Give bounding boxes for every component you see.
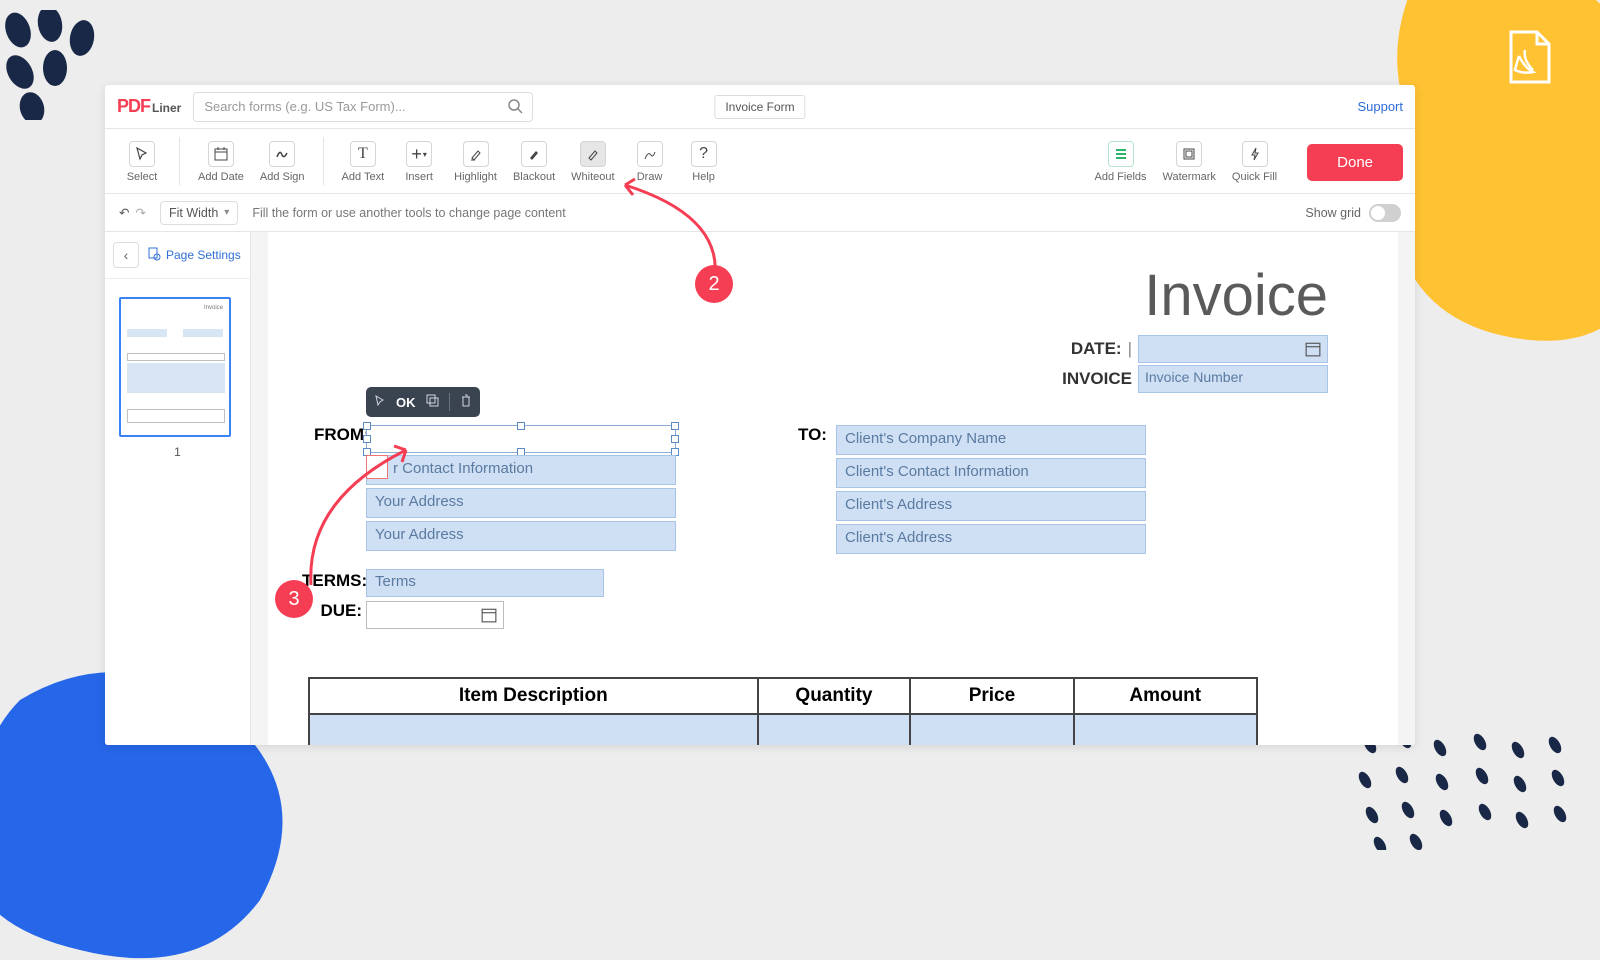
add-sign-button[interactable]: Add Sign: [254, 137, 311, 187]
col-item-description: Item Description: [309, 678, 758, 714]
col-price: Price: [910, 678, 1073, 714]
toolbar: Select Add Date Add Sign TAdd Text +▾Ins…: [105, 129, 1415, 194]
app-window: PDF Liner Invoice Form Support Select Ad…: [105, 85, 1415, 745]
brush-light-icon: [580, 141, 606, 167]
invoice-number-field[interactable]: Invoice Number: [1138, 365, 1328, 393]
subbar: ↶ ↷ Fit Width ▾ Fill the form or use ano…: [105, 194, 1415, 232]
search-input[interactable]: [193, 92, 533, 122]
search-icon[interactable]: [508, 99, 523, 119]
done-button[interactable]: Done: [1307, 144, 1403, 181]
highlight-button[interactable]: Highlight: [448, 137, 503, 187]
logo-liner: Liner: [152, 101, 181, 115]
blackout-button[interactable]: Blackout: [507, 137, 561, 187]
document-page: Invoice DATE: | INVOICE Invoice Number F…: [268, 232, 1398, 745]
logo[interactable]: PDF Liner: [117, 96, 181, 117]
to-field-contact[interactable]: Client's Contact Information: [836, 458, 1146, 488]
topbar: PDF Liner Invoice Form Support: [105, 85, 1415, 129]
highlighter-icon: [463, 141, 489, 167]
hint-text: Fill the form or use another tools to ch…: [252, 206, 565, 220]
date-label: DATE:: [1071, 339, 1122, 359]
fields-icon: [1108, 141, 1134, 167]
gear-icon: [147, 247, 161, 264]
items-table: Item Description Quantity Price Amount: [308, 677, 1258, 745]
signature-icon: [269, 141, 295, 167]
sidebar: ‹ Page Settings Invoice 1: [105, 232, 251, 745]
date-field[interactable]: [1138, 335, 1328, 363]
trash-icon[interactable]: [460, 394, 472, 410]
pdf-corner-icon: [1505, 30, 1555, 85]
to-label: TO:: [798, 425, 827, 445]
plus-icon: +▾: [406, 141, 432, 167]
calendar-icon: [481, 607, 497, 628]
table-cell[interactable]: [758, 714, 911, 745]
calendar-icon: [208, 141, 234, 167]
invoice-title: Invoice: [308, 262, 1328, 329]
search-box: [193, 92, 533, 122]
selection-toolbar: OK: [366, 387, 480, 417]
document-name[interactable]: Invoice Form: [714, 95, 805, 119]
brush-dark-icon: [521, 141, 547, 167]
decoration-dots: [1350, 730, 1570, 850]
add-fields-button[interactable]: Add Fields: [1089, 137, 1153, 187]
show-grid-toggle[interactable]: [1369, 204, 1401, 222]
add-date-button[interactable]: Add Date: [192, 137, 250, 187]
zoom-select[interactable]: Fit Width ▾: [160, 201, 238, 225]
callout-3: 3: [275, 580, 313, 618]
col-quantity: Quantity: [758, 678, 911, 714]
ok-button[interactable]: OK: [396, 395, 416, 410]
to-field-address1[interactable]: Client's Address: [836, 491, 1146, 521]
to-field-company[interactable]: Client's Company Name: [836, 425, 1146, 455]
watermark-button[interactable]: Watermark: [1157, 137, 1222, 187]
lightning-icon: [1242, 141, 1268, 167]
redo-button[interactable]: ↷: [135, 205, 145, 220]
col-amount: Amount: [1074, 678, 1258, 714]
thumbnail-page-number: 1: [119, 445, 236, 459]
text-icon: T: [350, 141, 376, 167]
page-settings-button[interactable]: Page Settings: [147, 247, 241, 264]
insert-button[interactable]: +▾Insert: [394, 137, 444, 187]
watermark-icon: [1176, 141, 1202, 167]
table-cell[interactable]: [309, 714, 758, 745]
quick-fill-button[interactable]: Quick Fill: [1226, 137, 1283, 187]
select-button[interactable]: Select: [117, 137, 167, 187]
page-thumbnail[interactable]: Invoice: [119, 297, 231, 437]
pen-icon: [637, 141, 663, 167]
callout-2: 2: [695, 265, 733, 303]
table-cell[interactable]: [910, 714, 1073, 745]
workspace: ‹ Page Settings Invoice 1: [105, 232, 1415, 745]
add-text-button[interactable]: TAdd Text: [336, 137, 391, 187]
arrow-3: [306, 440, 426, 590]
chevron-down-icon: ▾: [224, 207, 229, 218]
undo-button[interactable]: ↶: [119, 205, 129, 220]
to-field-address2[interactable]: Client's Address: [836, 524, 1146, 554]
due-field[interactable]: [366, 601, 504, 629]
copy-icon[interactable]: [426, 394, 439, 410]
cursor-icon: [129, 141, 155, 167]
support-link[interactable]: Support: [1357, 99, 1403, 114]
logo-pdf: PDF: [117, 96, 150, 117]
help-icon: ?: [691, 141, 717, 167]
invoice-number-label: INVOICE: [1062, 369, 1132, 389]
collapse-sidebar-button[interactable]: ‹: [113, 242, 139, 268]
show-grid-label: Show grid: [1305, 206, 1361, 220]
decoration-dark-blob: [0, 10, 110, 120]
table-cell[interactable]: [1074, 714, 1258, 745]
calendar-icon: [1305, 341, 1321, 362]
cursor-icon[interactable]: [374, 395, 386, 410]
